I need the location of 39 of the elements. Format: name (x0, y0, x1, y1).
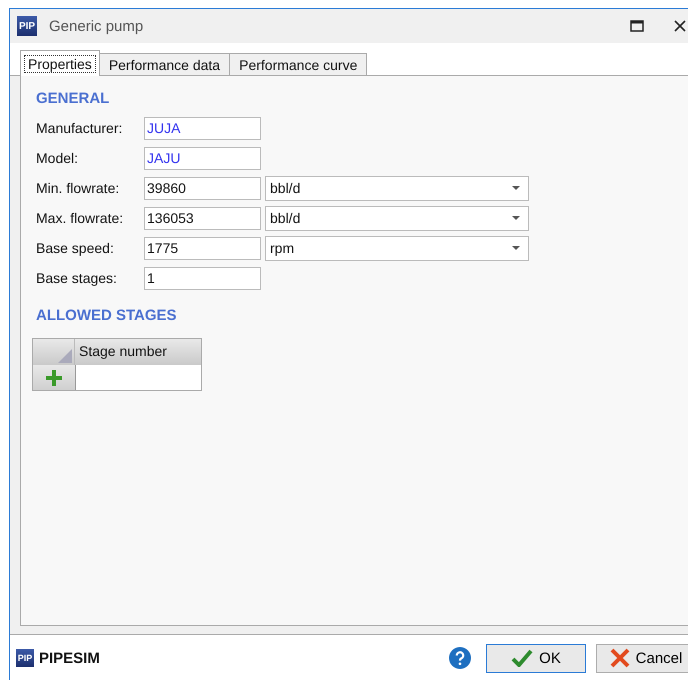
cross-icon (610, 648, 630, 668)
dropdown-arrow-icon (512, 216, 520, 220)
add-row-button[interactable] (33, 365, 76, 390)
unit-dropdown[interactable]: bbl/d (265, 176, 529, 200)
field-label: Model: (36, 150, 80, 166)
tab[interactable]: Performance curve (229, 53, 368, 75)
cancel-button[interactable]: Cancel (596, 644, 688, 672)
input-field[interactable]: 1 (144, 266, 261, 290)
dropdown-arrow-icon (512, 246, 520, 250)
field-label: Base stages: (36, 270, 118, 286)
section-heading: GENERAL (36, 90, 110, 107)
input-field[interactable]: 1775 (144, 236, 261, 260)
corner-triangle-icon (58, 349, 72, 363)
field-label: Max. flowrate: (36, 210, 124, 226)
unit-dropdown[interactable]: bbl/d (265, 206, 529, 230)
input-field[interactable]: 136053 (144, 206, 261, 230)
app-logo: PIP (17, 16, 37, 36)
field-label: Base speed: (36, 240, 115, 256)
maximize-icon[interactable] (630, 20, 644, 32)
input-field[interactable]: 39860 (144, 176, 261, 200)
unit-dropdown[interactable]: rpm (265, 236, 529, 260)
dropdown-arrow-icon (512, 186, 520, 190)
ok-button[interactable]: OK (486, 644, 586, 672)
input-field[interactable]: JAJU (144, 146, 261, 170)
checkmark-icon (511, 649, 534, 667)
brand-name: PIPESIM (39, 650, 100, 666)
section-heading: ALLOWED STAGES (36, 307, 178, 324)
help-icon[interactable] (449, 647, 471, 669)
tab[interactable]: Properties (20, 50, 100, 76)
table-cell[interactable] (76, 365, 201, 390)
field-label: Manufacturer: (36, 120, 124, 136)
field-label: Min. flowrate: (36, 180, 120, 196)
close-icon[interactable] (674, 20, 686, 32)
window-title: Generic pump (49, 18, 144, 34)
plus-icon (45, 368, 63, 386)
input-field[interactable]: JUJA (144, 116, 261, 140)
column-header: Stage number (78, 342, 168, 361)
tab[interactable]: Performance data (98, 53, 230, 75)
brand-logo: PIP (16, 649, 34, 667)
